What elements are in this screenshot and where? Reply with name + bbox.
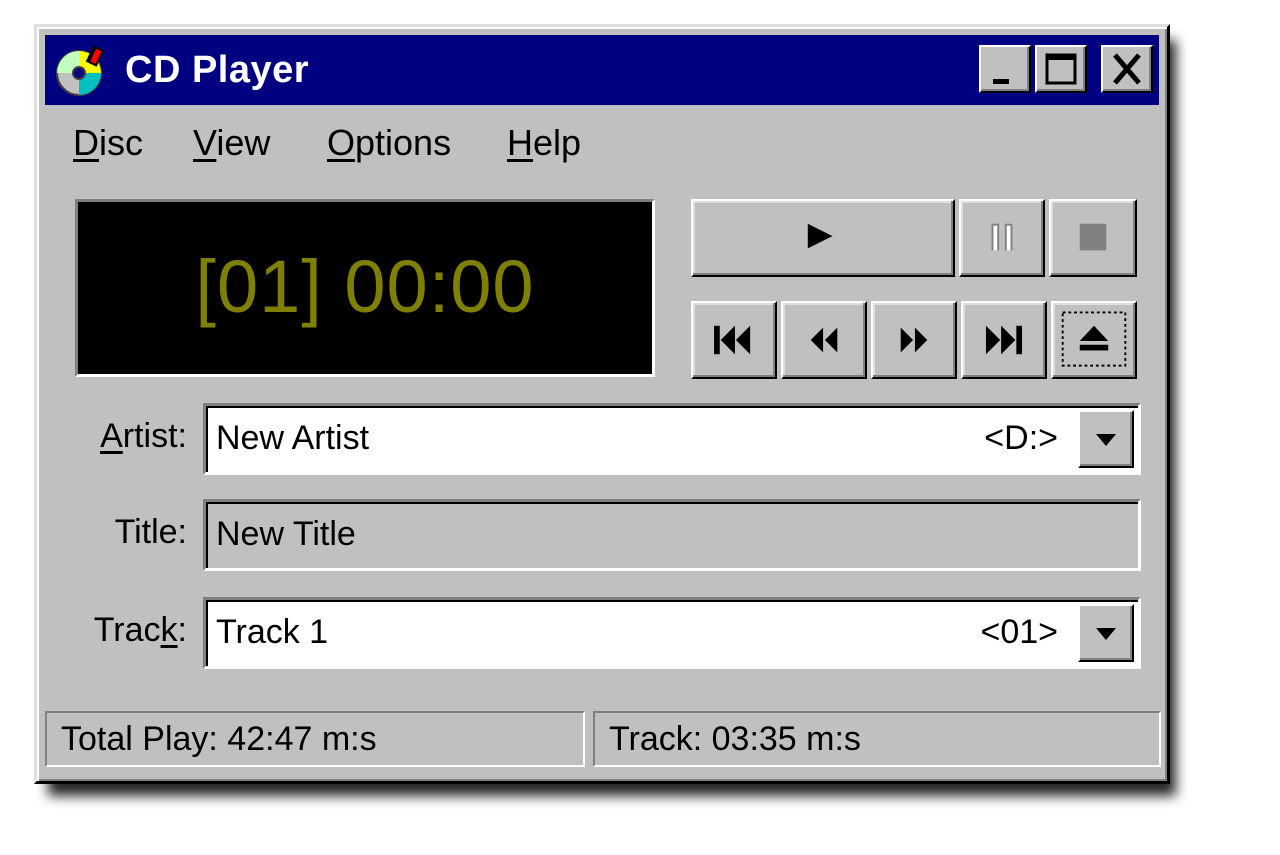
track-label-pre: Trac: [93, 611, 161, 649]
artist-label: Artist:: [37, 417, 187, 456]
menu-view-accel: V: [193, 122, 217, 163]
rewind-icon: [810, 327, 838, 353]
previous-track-button[interactable]: [691, 301, 777, 379]
pause-button[interactable]: [959, 199, 1045, 277]
track-label-post: :: [177, 611, 187, 649]
minimize-button[interactable]: [979, 45, 1031, 93]
track-value: Track 1: [216, 613, 329, 651]
close-button[interactable]: [1101, 45, 1153, 93]
chevron-down-icon: [1096, 628, 1116, 640]
maximize-icon: [1045, 53, 1077, 85]
track-combobox[interactable]: Track 1 <01>: [203, 597, 1141, 669]
minimize-icon: [993, 79, 1009, 84]
cd-player-window: CD Player Disc View Options Help [01] 00…: [34, 24, 1170, 784]
menu-help[interactable]: Help: [507, 121, 581, 165]
menu-options[interactable]: Options: [327, 121, 451, 165]
rewind-button[interactable]: [781, 301, 867, 379]
menu-options-label: ptions: [355, 122, 452, 163]
track-dropdown-button[interactable]: [1078, 604, 1134, 662]
cd-disc-icon[interactable]: [55, 45, 107, 97]
artist-combobox[interactable]: New Artist <D:>: [203, 403, 1141, 475]
fast-forward-button[interactable]: [871, 301, 957, 379]
title-value: New Title: [216, 515, 356, 553]
eject-button[interactable]: [1051, 301, 1137, 379]
menu-disc[interactable]: Disc: [73, 121, 143, 165]
title-field[interactable]: New Title: [203, 499, 1141, 571]
menu-options-accel: O: [327, 122, 356, 163]
stop-icon: [1079, 223, 1107, 251]
status-total-play: Total Play: 42:47 m:s: [45, 711, 585, 767]
play-icon: [807, 223, 833, 249]
status-track-time: Track: 03:35 m:s: [593, 711, 1161, 767]
next-track-button[interactable]: [961, 301, 1047, 379]
track-label-accel: k: [160, 611, 178, 649]
menu-help-accel: H: [507, 122, 533, 163]
title-bar[interactable]: CD Player: [45, 35, 1159, 105]
chevron-down-icon: [1096, 434, 1116, 446]
menu-disc-label: isc: [99, 122, 143, 163]
artist-label-accel: A: [100, 417, 123, 455]
artist-drive-tag: <D:>: [984, 419, 1058, 457]
window-title: CD Player: [125, 49, 310, 91]
fast-forward-icon: [900, 327, 928, 353]
artist-dropdown-button[interactable]: [1078, 410, 1134, 468]
time-display: [01] 00:00: [75, 199, 655, 377]
menu-bar: Disc View Options Help: [45, 111, 1159, 171]
artist-label-text: rtist:: [122, 417, 187, 455]
previous-track-icon: [714, 325, 751, 355]
menu-help-label: elp: [533, 122, 582, 163]
play-button[interactable]: [691, 199, 955, 277]
track-label: Track:: [37, 611, 187, 650]
next-track-icon: [985, 325, 1023, 355]
menu-view[interactable]: View: [193, 121, 270, 165]
menu-disc-accel: D: [73, 122, 99, 163]
title-label: Title:: [114, 513, 187, 551]
stop-button[interactable]: [1049, 199, 1137, 277]
artist-value: New Artist: [216, 419, 370, 457]
menu-view-label: iew: [216, 122, 271, 163]
track-number-tag: <01>: [980, 613, 1058, 651]
eject-icon: [1061, 311, 1127, 367]
pause-icon: [991, 223, 1013, 251]
track-time-readout: [01] 00:00: [195, 245, 535, 328]
maximize-button[interactable]: [1035, 45, 1087, 93]
close-icon: [1113, 53, 1141, 85]
